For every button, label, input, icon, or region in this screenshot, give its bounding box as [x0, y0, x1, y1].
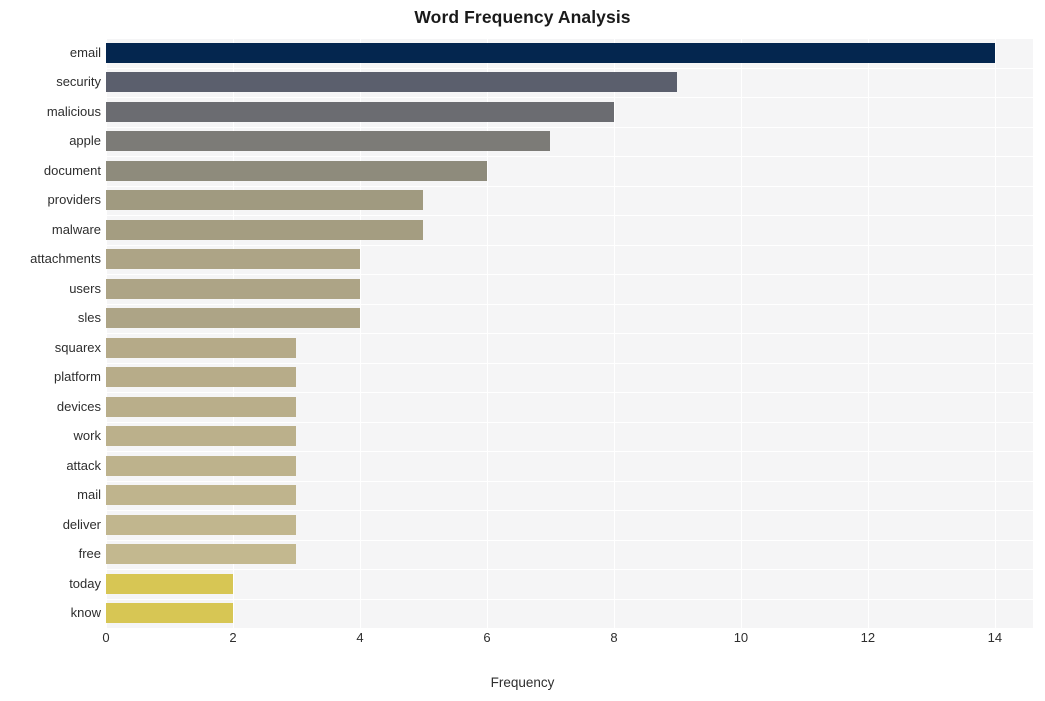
bar[interactable] [106, 337, 297, 358]
y-axis-tick-label: platform [54, 369, 101, 385]
chart-figure: Word Frequency Analysis email security mal… [0, 0, 1045, 701]
y-axis-tick-label: devices [56, 398, 101, 414]
y-axis-tick-label: attack [66, 457, 101, 473]
bar[interactable] [106, 573, 233, 594]
chart-title: Word Frequency Analysis [414, 7, 631, 27]
bar[interactable] [106, 249, 360, 270]
bar[interactable] [106, 42, 995, 63]
horizontal-gridline [106, 274, 1033, 275]
horizontal-gridline [106, 569, 1033, 570]
bar[interactable] [106, 514, 297, 535]
bar[interactable] [106, 367, 297, 388]
x-axis-tick-label: 10 [733, 630, 749, 645]
horizontal-gridline [106, 185, 1033, 187]
x-axis-tick-label: 12 [860, 630, 876, 645]
x-axis-tick-label: 4 [356, 630, 364, 645]
horizontal-gridline [106, 126, 1033, 128]
y-axis-tick-label: deliver [62, 516, 101, 532]
horizontal-gridline [106, 392, 1033, 393]
horizontal-gridline [106, 303, 1033, 305]
y-axis-tick-label: today [69, 575, 101, 591]
bar[interactable] [106, 603, 233, 624]
horizontal-gridline [106, 215, 1033, 216]
horizontal-gridline [106, 451, 1033, 452]
x-axis-tick-label: 2 [229, 630, 237, 645]
bar[interactable] [106, 278, 360, 299]
bar[interactable] [106, 131, 551, 152]
horizontal-gridline [106, 67, 1033, 69]
horizontal-gridline [106, 598, 1033, 600]
y-axis-tick-label: squarex [54, 339, 101, 355]
bar[interactable] [106, 455, 297, 476]
y-axis-tick-label: mail [77, 487, 101, 503]
bar[interactable] [106, 544, 297, 565]
x-axis-tick-label: 6 [483, 630, 491, 645]
y-axis-tick-label: malicious [46, 103, 101, 119]
x-axis-tick-label: 0 [102, 630, 110, 645]
y-axis-tick-label: apple [69, 133, 101, 149]
horizontal-gridline [106, 333, 1033, 334]
horizontal-gridline [106, 480, 1033, 482]
plot-area [106, 38, 1033, 629]
x-axis-tick-label: 14 [987, 630, 1003, 645]
bar[interactable] [106, 308, 360, 329]
y-axis-tick-label: sles [77, 310, 101, 326]
x-axis-title: Frequency [490, 675, 555, 690]
bar[interactable] [106, 219, 424, 240]
horizontal-gridline [106, 421, 1033, 423]
y-axis-tick-label: document [43, 162, 101, 178]
y-axis-tick-label: free [78, 546, 101, 562]
horizontal-gridline [106, 539, 1033, 541]
y-axis-tick-label: malware [51, 221, 101, 237]
horizontal-gridline [106, 38, 1033, 39]
y-axis-tick-label: security [56, 74, 101, 90]
y-axis-tick-label: providers [47, 192, 101, 208]
horizontal-gridline [106, 628, 1033, 629]
y-axis-tick-label: email [69, 44, 101, 60]
bar[interactable] [106, 101, 614, 122]
horizontal-gridline [106, 244, 1033, 246]
bar[interactable] [106, 485, 297, 506]
bar[interactable] [106, 72, 678, 93]
horizontal-gridline [106, 156, 1033, 157]
y-axis-tick-label: attachments [30, 251, 101, 267]
y-axis-tick-label: know [70, 605, 101, 621]
bar[interactable] [106, 160, 487, 181]
bar[interactable] [106, 396, 297, 417]
x-axis-tick-label: 8 [610, 630, 618, 645]
horizontal-gridline [106, 97, 1033, 98]
bar[interactable] [106, 426, 297, 447]
x-axis-tick-labels: 0 2 4 6 8 10 12 14 [102, 630, 1033, 654]
horizontal-gridline [106, 510, 1033, 511]
horizontal-gridline [106, 362, 1033, 364]
y-axis-tick-label: users [69, 280, 101, 296]
y-axis-tick-label: work [73, 428, 101, 444]
y-axis-tick-labels: email security malicious apple document provi… [0, 38, 101, 628]
bar[interactable] [106, 190, 424, 211]
